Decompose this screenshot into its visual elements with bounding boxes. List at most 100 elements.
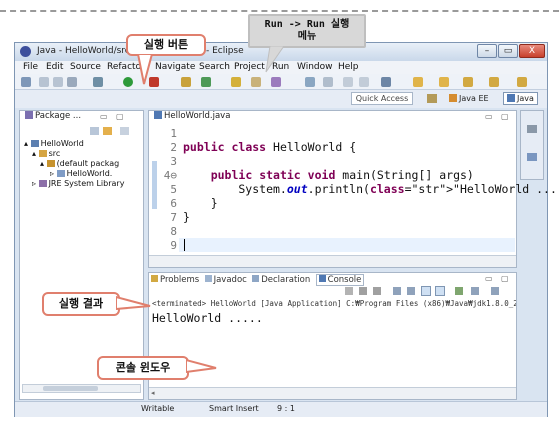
tree-item-default-package[interactable]: ▴ (default packag [40, 159, 119, 168]
open-type-icon[interactable] [231, 77, 241, 87]
code-line[interactable]: public static void main(String[] args) [183, 168, 474, 182]
block-select-icon[interactable] [359, 77, 369, 87]
right-trim-bar [520, 110, 544, 180]
show-whitespace-icon[interactable] [343, 77, 353, 87]
code-line[interactable]: public class HelloWorld { [183, 140, 356, 154]
annotation-run-button: 실행 버튼 [126, 34, 206, 56]
explorer-horizontal-scrollbar[interactable] [22, 384, 141, 393]
scroll-left-arrow-icon[interactable]: ◂ [151, 389, 155, 397]
tree-item-jre-library-label: JRE System Library [48, 179, 125, 188]
prev-annotation-icon[interactable] [439, 77, 449, 87]
minimize-view-icon[interactable]: ▭ [100, 112, 108, 121]
editor-panel: HelloWorld.java ▭ ▢ 1 2 public class Hello… [148, 110, 559, 268]
menu-help[interactable]: Help [338, 62, 359, 72]
menu-window[interactable]: Window [297, 62, 333, 72]
remove-all-icon[interactable] [373, 287, 381, 295]
tree-item-src[interactable]: ▴ src [32, 149, 60, 158]
link-editor-icon[interactable] [103, 127, 112, 135]
annotation-icon[interactable] [305, 77, 315, 87]
display-console-icon[interactable] [471, 287, 479, 295]
pin-console-icon[interactable] [455, 287, 463, 295]
code-line[interactable]: System.out.println(class="str">"HelloWor… [183, 182, 559, 196]
print-icon[interactable] [67, 77, 77, 87]
editor-horizontal-scrollbar[interactable] [149, 255, 516, 267]
clear-console-icon[interactable] [393, 287, 401, 295]
console-horizontal-scrollbar[interactable]: ◂ [149, 387, 516, 399]
menu-source[interactable]: Source [70, 62, 101, 72]
remove-launch-icon[interactable] [359, 287, 367, 295]
annotation-result: 실행 결과 [42, 292, 120, 316]
maximize-button[interactable]: ▭ [498, 44, 518, 58]
show-on-output-icon[interactable] [421, 286, 431, 296]
back-icon[interactable] [463, 77, 473, 87]
line-number: 2 [170, 141, 177, 154]
perspective-java-ee[interactable]: Java EE [445, 92, 493, 105]
package-explorer-tab[interactable]: Package ... [22, 110, 92, 124]
tab-problems[interactable]: Problems [160, 275, 199, 285]
open-folder-icon[interactable] [251, 77, 261, 87]
annotation-console-pointer [186, 358, 217, 374]
tab-console[interactable]: Console [315, 274, 365, 286]
menu-search[interactable]: Search [199, 62, 230, 72]
annotation-run-menu: Run -> Run 실행 메뉴 [248, 14, 366, 48]
tree-item-jre-library[interactable]: ▹ JRE System Library [32, 179, 124, 188]
explorer-scroll-thumb[interactable] [43, 386, 98, 391]
package-explorer-icon [25, 111, 33, 119]
search-icon[interactable] [271, 77, 281, 87]
tab-javadoc[interactable]: Javadoc [214, 275, 247, 285]
menu-edit[interactable]: Edit [46, 62, 63, 72]
line-number: 8 [170, 225, 177, 238]
collapse-all-icon[interactable] [90, 127, 99, 135]
minimize-button[interactable]: – [477, 44, 497, 58]
problems-icon [151, 275, 158, 282]
editor-tab-label: HelloWorld.java [164, 111, 231, 121]
status-writable: Writable [141, 404, 175, 413]
perspective-java[interactable]: Java [503, 92, 538, 105]
new-icon[interactable] [21, 77, 31, 87]
declaration-icon [252, 275, 260, 282]
outline-icon[interactable] [527, 125, 537, 133]
terminate-icon[interactable] [345, 287, 353, 295]
task-list-icon[interactable] [527, 153, 537, 161]
perspective-java-ee-label: Java EE [459, 94, 489, 103]
annotation-run-button-pointer [136, 54, 154, 85]
editor-tab-helloworld[interactable]: HelloWorld.java [151, 110, 233, 124]
code-line[interactable]: } [183, 210, 190, 224]
text-caret [184, 239, 185, 251]
editor-change-ruler [152, 161, 157, 209]
new-class-icon[interactable] [201, 77, 211, 87]
new-package-icon[interactable] [181, 77, 191, 87]
close-button[interactable]: X [519, 44, 545, 58]
code-line[interactable]: } [183, 196, 218, 210]
open-perspective-icon[interactable] [427, 94, 437, 103]
quick-access-input[interactable]: Quick Access [351, 92, 413, 105]
save-all-icon[interactable] [53, 77, 63, 87]
status-cursor-position: 9 : 1 [277, 404, 295, 413]
tree-item-project[interactable]: ▴ HelloWorld [24, 139, 84, 148]
toggle-mark-icon[interactable] [323, 77, 333, 87]
maximize-view-icon[interactable]: ▢ [116, 112, 124, 121]
pin-editor-icon[interactable] [381, 77, 391, 87]
scroll-lock-icon[interactable] [407, 287, 415, 295]
last-edit-icon[interactable] [517, 77, 527, 87]
tab-declaration[interactable]: Declaration [261, 275, 310, 285]
editor-minimize-icon[interactable]: ▭ [485, 112, 493, 121]
run-icon[interactable] [123, 77, 133, 87]
tree-item-helloworld-java[interactable]: ▹ HelloWorld. [50, 169, 112, 178]
debug-icon[interactable] [93, 77, 103, 87]
line-number: 6 [170, 197, 177, 210]
console-minimize-icon[interactable]: ▭ [485, 274, 493, 283]
editor-maximize-icon[interactable]: ▢ [501, 112, 509, 121]
tree-item-project-label: HelloWorld [40, 139, 84, 148]
view-menu-icon[interactable] [120, 127, 129, 135]
menu-file[interactable]: File [23, 62, 38, 72]
open-console-icon[interactable] [491, 287, 499, 295]
eclipse-logo-icon [20, 46, 31, 57]
annotation-run-menu-pointer [265, 46, 285, 73]
show-on-error-icon[interactable] [435, 286, 445, 296]
console-maximize-icon[interactable]: ▢ [501, 274, 509, 283]
next-annotation-icon[interactable] [413, 77, 423, 87]
save-icon[interactable] [39, 77, 49, 87]
forward-icon[interactable] [489, 77, 499, 87]
perspective-java-label: Java [517, 94, 534, 103]
